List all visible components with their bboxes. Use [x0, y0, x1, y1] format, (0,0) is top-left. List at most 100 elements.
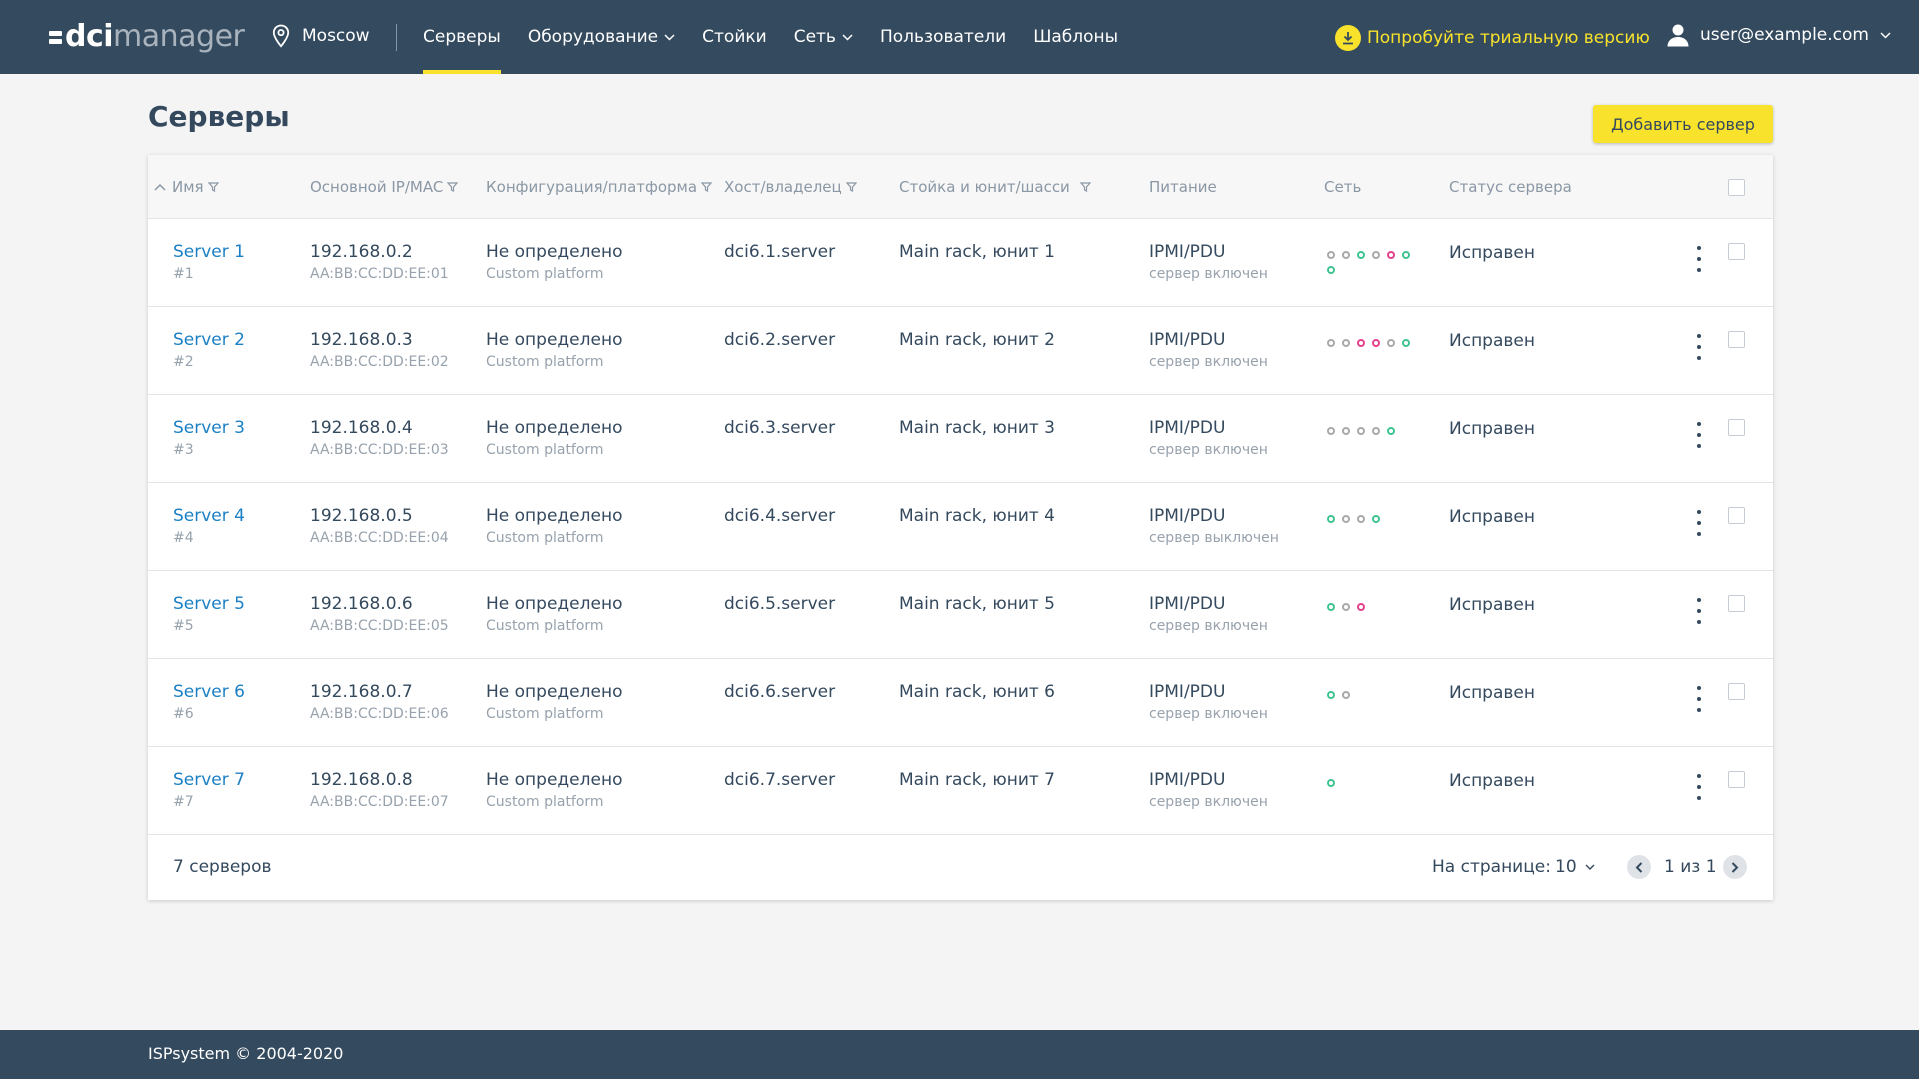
filter-icon[interactable]	[701, 181, 713, 192]
filter-icon[interactable]	[845, 181, 857, 192]
row-checkbox[interactable]	[1728, 507, 1745, 524]
server-host: dci6.7.server	[724, 770, 836, 790]
row-checkbox[interactable]	[1728, 331, 1745, 348]
nav-racks[interactable]: Стойки	[702, 0, 767, 74]
network-port-indicator[interactable]	[1357, 603, 1365, 611]
row-checkbox[interactable]	[1728, 243, 1745, 260]
network-port-indicator[interactable]	[1327, 691, 1335, 699]
table-row[interactable]: Server 4 #4 192.168.0.5 AA:BB:CC:DD:EE:04 Не…	[148, 482, 1773, 571]
server-name-link[interactable]: Server 4	[173, 506, 245, 526]
row-checkbox[interactable]	[1728, 683, 1745, 700]
row-actions-menu-icon[interactable]	[1692, 510, 1706, 536]
server-name-link[interactable]: Server 3	[173, 418, 245, 438]
network-port-indicator[interactable]	[1327, 266, 1335, 274]
network-port-indicator[interactable]	[1342, 515, 1350, 523]
server-name-link[interactable]: Server 5	[173, 594, 245, 614]
nav-equipment[interactable]: Оборудование	[528, 0, 675, 74]
network-port-indicator[interactable]	[1372, 515, 1380, 523]
network-port-indicator[interactable]	[1387, 339, 1395, 347]
network-port-indicator[interactable]	[1372, 339, 1380, 347]
nav-servers[interactable]: Серверы	[423, 0, 501, 74]
network-port-indicator[interactable]	[1402, 339, 1410, 347]
chevron-down-icon	[1880, 31, 1891, 39]
add-server-button[interactable]: Добавить сервер	[1593, 105, 1773, 143]
dcimanager-logo[interactable]: dci manager	[49, 18, 245, 56]
column-header-name[interactable]: Имя	[154, 155, 219, 218]
network-port-indicator[interactable]	[1327, 515, 1335, 523]
row-actions-menu-icon[interactable]	[1692, 598, 1706, 624]
location-pin-icon	[272, 24, 290, 48]
trial-link[interactable]: Попробуйте триальную версию	[1335, 25, 1650, 51]
select-all-checkbox[interactable]	[1728, 179, 1745, 196]
network-port-indicator[interactable]	[1327, 427, 1335, 435]
network-port-indicator[interactable]	[1372, 427, 1380, 435]
network-port-indicator[interactable]	[1327, 339, 1335, 347]
filter-icon[interactable]	[207, 181, 219, 192]
network-port-indicator[interactable]	[1342, 251, 1350, 259]
network-port-indicator[interactable]	[1327, 251, 1335, 259]
nav-label: Сеть	[793, 27, 836, 47]
column-header-rack[interactable]: Стойка и юнит/шасси	[899, 155, 1091, 218]
filter-icon[interactable]	[447, 181, 459, 192]
row-actions-menu-icon[interactable]	[1692, 334, 1706, 360]
column-header-host[interactable]: Хост/владелец	[724, 155, 857, 218]
server-ip: 192.168.0.4	[310, 418, 413, 438]
nav-templates[interactable]: Шаблоны	[1033, 0, 1118, 74]
prev-page-button[interactable]	[1627, 855, 1651, 879]
table-row[interactable]: Server 6 #6 192.168.0.7 AA:BB:CC:DD:EE:06 Не…	[148, 658, 1773, 747]
server-config: Не определено	[486, 594, 623, 614]
nav-network[interactable]: Сеть	[794, 0, 853, 74]
row-actions-menu-icon[interactable]	[1692, 422, 1706, 448]
network-port-indicator[interactable]	[1342, 691, 1350, 699]
network-port-indicator[interactable]	[1402, 251, 1410, 259]
trial-label: Попробуйте триальную версию	[1367, 28, 1650, 48]
server-name-link[interactable]: Server 2	[173, 330, 245, 350]
per-page-select[interactable]: 10	[1555, 857, 1595, 877]
column-header-ip[interactable]: Основной IP/MAC	[310, 155, 459, 218]
copyright: ISPsystem © 2004-2020	[148, 1044, 344, 1063]
server-ip: 192.168.0.3	[310, 330, 413, 350]
row-actions-menu-icon[interactable]	[1692, 774, 1706, 800]
network-port-indicator[interactable]	[1387, 427, 1395, 435]
network-port-indicator[interactable]	[1387, 251, 1395, 259]
table-row[interactable]: Server 7 #7 192.168.0.8 AA:BB:CC:DD:EE:07 Не…	[148, 746, 1773, 835]
network-port-indicator[interactable]	[1327, 603, 1335, 611]
network-port-indicator[interactable]	[1342, 339, 1350, 347]
network-port-indicator[interactable]	[1357, 515, 1365, 523]
network-port-indicator[interactable]	[1342, 427, 1350, 435]
table-footer: 7 серверов На странице: 10 1 из 1	[148, 835, 1773, 900]
row-checkbox[interactable]	[1728, 595, 1745, 612]
network-port-indicator[interactable]	[1372, 251, 1380, 259]
chevron-right-icon	[1731, 861, 1739, 873]
table-row[interactable]: Server 5 #5 192.168.0.6 AA:BB:CC:DD:EE:05 Не…	[148, 570, 1773, 659]
table-row[interactable]: Server 3 #3 192.168.0.4 AA:BB:CC:DD:EE:03 Не…	[148, 394, 1773, 483]
server-platform: Custom platform	[486, 794, 604, 810]
network-port-indicator[interactable]	[1327, 779, 1335, 787]
user-menu[interactable]: user@example.com	[1667, 23, 1891, 47]
server-platform: Custom platform	[486, 442, 604, 458]
next-page-button[interactable]	[1723, 855, 1747, 879]
per-page-value: 10	[1555, 857, 1577, 877]
filter-icon[interactable]	[1079, 181, 1091, 192]
server-status: Исправен	[1449, 243, 1535, 263]
network-port-indicator[interactable]	[1342, 603, 1350, 611]
network-port-indicator[interactable]	[1357, 427, 1365, 435]
server-name-link[interactable]: Server 6	[173, 682, 245, 702]
column-header-config[interactable]: Конфигурация/платформа	[486, 155, 713, 218]
location-label: Moscow	[302, 26, 370, 46]
server-name-link[interactable]: Server 1	[173, 242, 245, 262]
network-port-indicator[interactable]	[1357, 339, 1365, 347]
location-selector[interactable]: Moscow	[272, 24, 370, 48]
row-checkbox[interactable]	[1728, 419, 1745, 436]
row-actions-menu-icon[interactable]	[1692, 686, 1706, 712]
server-name-link[interactable]: Server 7	[173, 770, 245, 790]
table-row[interactable]: Server 2 #2 192.168.0.3 AA:BB:CC:DD:EE:02 Не…	[148, 306, 1773, 395]
column-label: Основной IP/MAC	[310, 177, 444, 196]
row-checkbox[interactable]	[1728, 771, 1745, 788]
row-actions-menu-icon[interactable]	[1692, 246, 1706, 272]
table-row[interactable]: Server 1 #1 192.168.0.2 AA:BB:CC:DD:EE:01 Не…	[148, 218, 1773, 307]
nav-users[interactable]: Пользователи	[880, 0, 1006, 74]
network-port-indicator[interactable]	[1357, 251, 1365, 259]
logo-mark-icon	[49, 30, 62, 44]
server-status: Исправен	[1449, 331, 1535, 351]
